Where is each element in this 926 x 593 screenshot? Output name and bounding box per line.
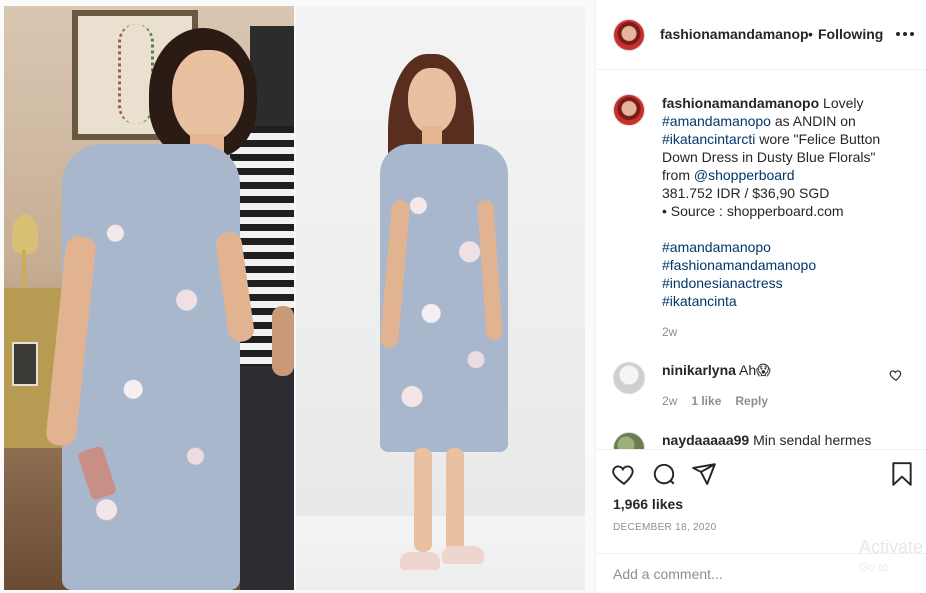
mention-link[interactable]: @shopperboard	[694, 167, 795, 183]
comment-text: naydaaaaa99 Min sendal hermes	[662, 432, 872, 448]
comment-username[interactable]: ninikarlyna	[662, 362, 736, 378]
add-comment-bar	[597, 553, 926, 593]
floral-dress	[62, 144, 240, 590]
more-horizontal-icon[interactable]	[896, 26, 916, 40]
caption-avatar[interactable]	[613, 94, 645, 126]
post-media[interactable]	[0, 0, 596, 593]
post-header: fashionamandamanop • Following	[597, 0, 926, 70]
separator-dot: •	[808, 26, 813, 42]
bookmark-icon[interactable]	[889, 461, 915, 487]
header-username[interactable]: fashionamandamanop	[660, 26, 809, 42]
heart-icon[interactable]	[611, 461, 637, 487]
heart-icon[interactable]	[889, 368, 903, 382]
hashtag-link[interactable]: #fashionamandamanopo	[662, 257, 816, 273]
caption-text: fashionamandamanopo Lovely #amandamanopo…	[662, 95, 881, 339]
likes-count[interactable]: 1,966 likes	[613, 496, 683, 512]
hashtag-link[interactable]: #indonesianactress	[662, 275, 783, 291]
following-button[interactable]: Following	[818, 26, 883, 42]
post-actions: 1,966 likes DECEMBER 18, 2020 Activate G…	[597, 449, 926, 593]
comment-username[interactable]: naydaaaaa99	[662, 432, 749, 448]
avatar[interactable]	[613, 19, 645, 51]
comment-input[interactable]	[613, 566, 853, 582]
comment-likes[interactable]: 1 like	[691, 394, 721, 408]
post-sidebar: fashionamandamanop • Following fashionam…	[597, 0, 926, 593]
photo-model	[296, 6, 585, 590]
source-text: • Source : shopperboard.com	[662, 203, 844, 219]
reply-button[interactable]: Reply	[735, 394, 768, 408]
post-date: DECEMBER 18, 2020	[613, 522, 717, 533]
hashtag-link[interactable]: #amandamanopo	[662, 239, 771, 255]
hashtag-link[interactable]: #ikatancinta	[662, 293, 737, 309]
comment-text: ninikarlyna Ah😱	[662, 362, 771, 378]
photo-actress	[4, 6, 294, 590]
comment-meta: 2w 1 like Reply	[662, 394, 768, 408]
caption-username[interactable]: fashionamandamanopo	[662, 95, 819, 111]
hashtag-link[interactable]: #ikatancintarcti	[662, 131, 755, 147]
price-text: 381.752 IDR / $36,90 SGD	[662, 185, 830, 201]
comment-time[interactable]: 2w	[662, 394, 677, 408]
send-icon[interactable]	[691, 461, 717, 487]
comment-icon[interactable]	[651, 461, 677, 487]
caption-time[interactable]: 2w	[662, 325, 677, 339]
mention-link[interactable]: #amandamanopo	[662, 113, 771, 129]
avatar[interactable]	[613, 362, 645, 394]
